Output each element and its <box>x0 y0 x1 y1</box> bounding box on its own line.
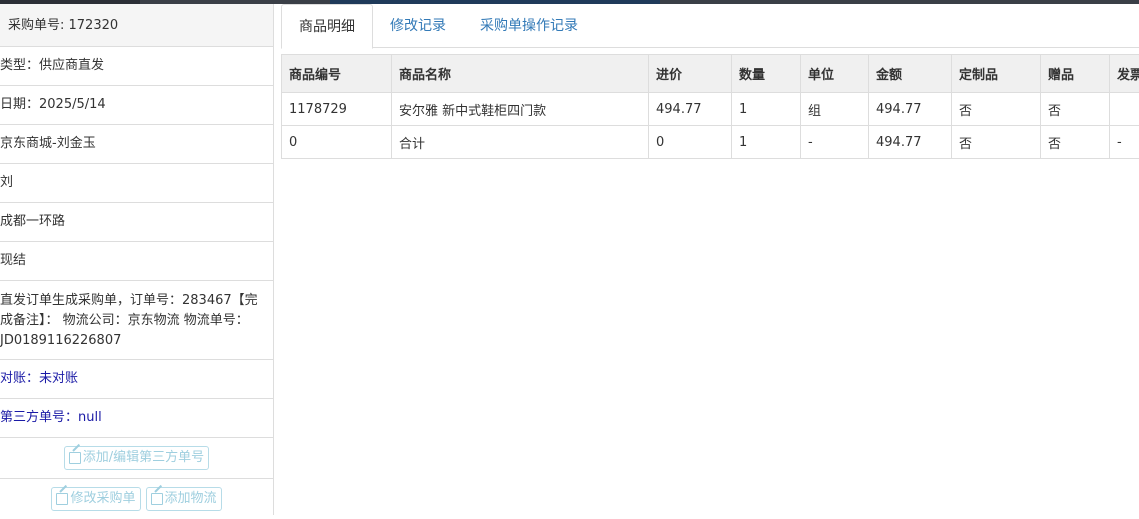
col-header-amount[interactable]: 金额 <box>869 55 952 93</box>
tab-modify-records[interactable]: 修改记录 <box>373 4 463 48</box>
cell-quantity: 1 <box>732 126 801 159</box>
cell-custom: 否 <box>952 93 1041 126</box>
col-header-item-code[interactable]: 商品编号 <box>282 55 392 93</box>
date-text: 日期：2025/5/14 <box>0 95 106 115</box>
cell-gift: 否 <box>1041 126 1110 159</box>
table-total-row: 0 合计 0 1 - 494.77 否 否 - <box>282 126 1139 159</box>
cell-item-name: 安尔雅 新中式鞋柜四门款 <box>392 93 649 126</box>
col-header-unit[interactable]: 单位 <box>801 55 869 93</box>
po-number-header: 采购单号: 172320 <box>0 4 273 47</box>
cell-cost-price: 0 <box>649 126 732 159</box>
tab-product-details[interactable]: 商品明细 <box>281 4 373 49</box>
contact-text: 刘 <box>0 173 13 193</box>
add-edit-third-party-label: 添加/编辑第三方单号 <box>83 447 204 469</box>
cell-cost-price: 494.77 <box>649 93 732 126</box>
info-row-contact: 刘 <box>0 164 273 203</box>
cell-item-name: 合计 <box>392 126 649 159</box>
cell-custom: 否 <box>952 126 1041 159</box>
cell-invoice: - <box>1110 126 1139 159</box>
third-party-button-row: 添加/编辑第三方单号 <box>0 438 273 479</box>
col-header-custom[interactable]: 定制品 <box>952 55 1041 93</box>
payment-text: 现结 <box>0 251 26 271</box>
remark-text: 直发订单生成采购单，订单号：283467【完成备注】： 物流公司：京东物流 物流… <box>0 291 269 351</box>
cell-amount: 494.77 <box>869 126 952 159</box>
info-row-payment: 现结 <box>0 242 273 281</box>
cell-item-code: 1178729 <box>282 93 392 126</box>
type-text: 类型：供应商直发 <box>0 56 104 76</box>
col-header-gift[interactable]: 赠品 <box>1041 55 1110 93</box>
info-row-remark: 直发订单生成采购单，订单号：283467【完成备注】： 物流公司：京东物流 物流… <box>0 281 273 360</box>
info-row-reconcile: 对账：未对账 <box>0 360 273 399</box>
modify-po-button[interactable]: 修改采购单 <box>51 487 140 511</box>
cell-gift: 否 <box>1041 93 1110 126</box>
product-table: 商品编号 商品名称 进价 数量 单位 金额 定制品 赠品 发票 1178729 … <box>281 54 1139 159</box>
info-row-type: 类型：供应商直发 <box>0 47 273 86</box>
info-row-address: 成都一环路 <box>0 203 273 242</box>
cell-quantity: 1 <box>732 93 801 126</box>
info-row-store: 京东商城-刘金玉 <box>0 125 273 164</box>
add-logistics-button[interactable]: 添加物流 <box>146 487 222 511</box>
action-button-row: 修改采购单 添加物流 <box>0 479 273 519</box>
info-row-third-party: 第三方单号：null <box>0 399 273 438</box>
table-header-row: 商品编号 商品名称 进价 数量 单位 金额 定制品 赠品 发票 <box>282 55 1139 93</box>
col-header-quantity[interactable]: 数量 <box>732 55 801 93</box>
address-text: 成都一环路 <box>0 212 65 232</box>
modify-po-label: 修改采购单 <box>70 488 135 510</box>
edit-icon <box>56 493 68 505</box>
third-party-number: 第三方单号：null <box>0 408 102 428</box>
col-header-invoice[interactable]: 发票 <box>1110 55 1139 93</box>
order-info-panel: 采购单号: 172320 类型：供应商直发 日期：2025/5/14 京东商城-… <box>0 4 274 515</box>
detail-panel: 商品明细 修改记录 采购单操作记录 商品编号 商品名称 进价 数量 单位 金额 … <box>281 4 1139 515</box>
edit-icon <box>69 452 81 464</box>
cell-unit: 组 <box>801 93 869 126</box>
cell-invoice <box>1110 93 1139 126</box>
cell-unit: - <box>801 126 869 159</box>
store-text: 京东商城-刘金玉 <box>0 134 96 154</box>
tab-bar: 商品明细 修改记录 采购单操作记录 <box>281 4 1139 48</box>
reconcile-status: 对账：未对账 <box>0 369 78 389</box>
col-header-item-name[interactable]: 商品名称 <box>392 55 649 93</box>
info-row-date: 日期：2025/5/14 <box>0 86 273 125</box>
cell-amount: 494.77 <box>869 93 952 126</box>
cell-item-code: 0 <box>282 126 392 159</box>
table-row: 1178729 安尔雅 新中式鞋柜四门款 494.77 1 组 494.77 否… <box>282 93 1139 126</box>
tab-po-operation-records[interactable]: 采购单操作记录 <box>463 4 595 48</box>
col-header-cost-price[interactable]: 进价 <box>649 55 732 93</box>
add-logistics-label: 添加物流 <box>165 488 217 510</box>
edit-icon <box>151 493 163 505</box>
add-edit-third-party-button[interactable]: 添加/编辑第三方单号 <box>64 446 209 470</box>
